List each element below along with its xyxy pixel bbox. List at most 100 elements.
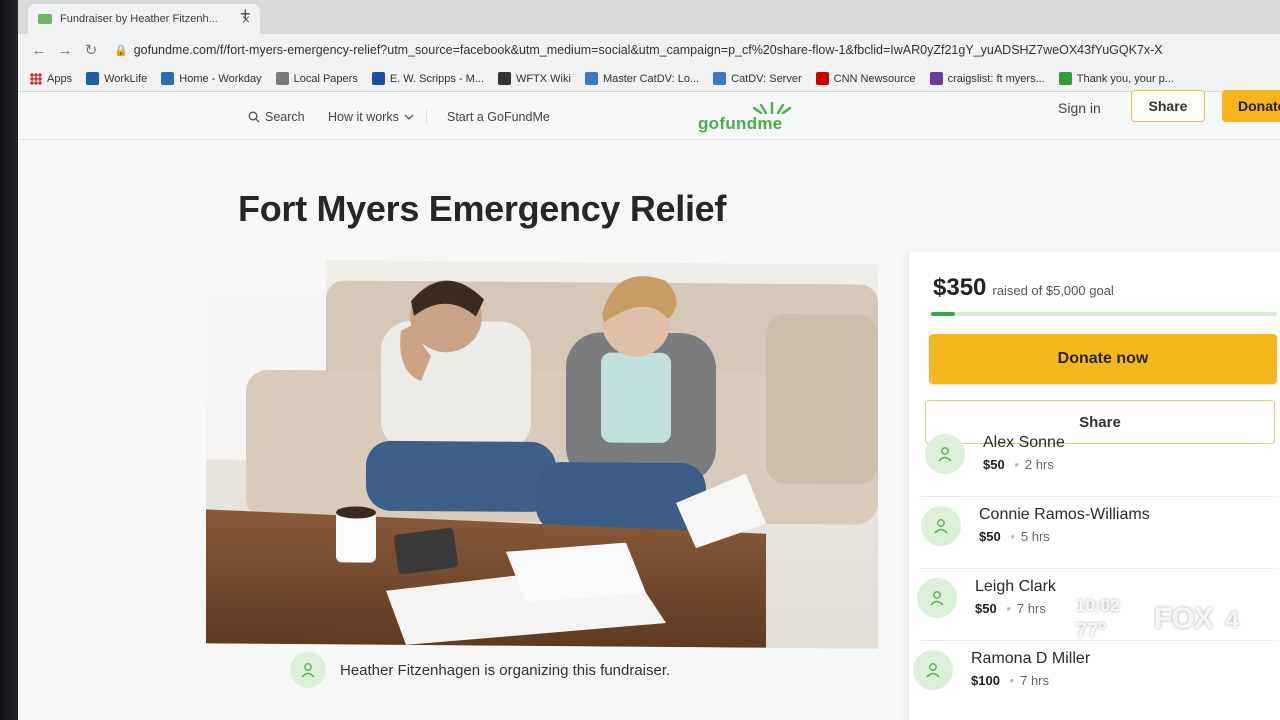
apps-grid-icon bbox=[30, 72, 42, 85]
start-gofundme-link[interactable]: Start a GoFundMe bbox=[426, 110, 550, 124]
bookmark-label: E. W. Scripps - M... bbox=[389, 72, 484, 85]
bookmark-item[interactable]: CatDV: Server bbox=[713, 72, 802, 85]
donor-amount: $50 bbox=[975, 601, 997, 616]
back-arrow-icon[interactable]: ← bbox=[26, 42, 52, 59]
site-header: Search How it works Start a GoFundMe gof… bbox=[18, 90, 1280, 140]
campaign-photo bbox=[206, 259, 878, 649]
bookmark-item[interactable]: Local Papers bbox=[275, 72, 358, 85]
forward-arrow-icon[interactable]: → bbox=[52, 42, 78, 59]
logo-text: gofundme bbox=[698, 114, 783, 133]
organizer-row: Heather Fitzenhagen is organizing this f… bbox=[290, 652, 670, 688]
page-content: Search How it works Start a GoFundMe gof… bbox=[18, 90, 1280, 720]
donor-avatar-icon bbox=[921, 506, 961, 546]
bookmark-item[interactable]: E. W. Scripps - M... bbox=[371, 72, 484, 85]
bookmark-label: Master CatDV: Lo... bbox=[602, 72, 700, 85]
broadcast-clock: 10:02 77° bbox=[1076, 596, 1119, 643]
bookmark-label: craigslist: ft myers... bbox=[947, 72, 1045, 85]
bookmark-label: CNN Newsource bbox=[833, 72, 916, 85]
bookmarks-bar: Apps WorkLife Home - Workday Local Papers E.… bbox=[18, 66, 1280, 92]
cnn-icon bbox=[815, 72, 829, 85]
peace-icon bbox=[929, 72, 943, 85]
donor-name: Ramona D Miller bbox=[971, 650, 1091, 667]
meta-separator: • bbox=[1006, 601, 1011, 616]
tab-title: Fundraiser by Heather Fitzenh... bbox=[60, 13, 218, 25]
search-icon bbox=[248, 111, 260, 123]
check-icon bbox=[1058, 72, 1072, 85]
organizer-avatar-icon bbox=[290, 652, 326, 688]
donor-time: 7 hrs bbox=[1020, 673, 1050, 688]
raised-summary: $350 raised of $5,000 goal bbox=[933, 274, 1114, 302]
donor-row: Connie Ramos-Williams $50 • 5 hrs bbox=[921, 506, 1150, 546]
organizer-text: Heather Fitzenhagen is organizing this f… bbox=[340, 661, 671, 679]
donor-meta: $50 • 2 hrs bbox=[983, 457, 1065, 472]
meta-separator: • bbox=[1010, 529, 1015, 544]
bookmark-label: Thank you, your p... bbox=[1076, 72, 1174, 85]
raised-amount: $350 bbox=[933, 274, 987, 301]
bookmark-item[interactable]: craigslist: ft myers... bbox=[929, 72, 1045, 85]
donate-now-button[interactable]: Donate now bbox=[929, 334, 1277, 384]
goal-text: raised of $5,000 goal bbox=[992, 283, 1114, 298]
donor-avatar-icon bbox=[913, 650, 953, 690]
channel-number: 4 bbox=[1214, 604, 1249, 638]
start-gofundme-label: Start a GoFundMe bbox=[447, 110, 550, 124]
chevron-down-icon bbox=[404, 114, 414, 120]
bookmark-item[interactable]: Home - Workday bbox=[161, 72, 262, 85]
bookmark-label: WorkLife bbox=[104, 72, 148, 85]
how-it-works-menu[interactable]: How it works bbox=[328, 110, 414, 124]
campaign-image bbox=[206, 259, 878, 649]
bookmark-item[interactable]: Apps bbox=[30, 72, 72, 85]
donation-card: $350 raised of $5,000 goal Donate now Sh… bbox=[908, 252, 1280, 720]
search-link[interactable]: Search bbox=[248, 110, 305, 124]
donor-name: Leigh Clark bbox=[975, 578, 1056, 595]
donor-name: Connie Ramos-Williams bbox=[979, 506, 1150, 523]
meta-separator: • bbox=[1014, 457, 1019, 472]
donor-row: Leigh Clark $50 • 7 hrs bbox=[917, 578, 1056, 618]
donor-meta: $50 • 7 hrs bbox=[975, 601, 1056, 616]
fox4-logo: FOX 4 bbox=[1154, 602, 1249, 638]
donor-time: 5 hrs bbox=[1020, 529, 1050, 544]
search-label: Search bbox=[265, 110, 305, 124]
folder-icon bbox=[275, 72, 289, 85]
url-field[interactable]: 🔒 gofundme.com/f/fort-myers-emergency-re… bbox=[114, 38, 1280, 62]
scripps-icon bbox=[371, 72, 385, 85]
bookmark-item[interactable]: WFTX Wiki bbox=[497, 72, 571, 85]
address-bar: ← → ↻ 🔒 gofundme.com/f/fort-myers-emerge… bbox=[18, 34, 1280, 66]
new-tab-button[interactable]: + bbox=[240, 4, 251, 25]
donor-divider bbox=[919, 496, 1279, 497]
tab-fundraiser[interactable]: Fundraiser by Heather Fitzenh... × bbox=[28, 4, 260, 34]
workday-icon bbox=[161, 72, 175, 85]
header-share-button[interactable]: Share bbox=[1131, 90, 1205, 122]
bookmark-label: WFTX Wiki bbox=[515, 72, 571, 85]
gofundme-favicon-icon bbox=[38, 14, 52, 24]
donor-amount: $50 bbox=[983, 457, 1005, 472]
donor-row: Ramona D Miller $100 • 7 hrs bbox=[913, 650, 1090, 690]
reload-icon[interactable]: ↻ bbox=[78, 41, 104, 59]
bookmark-item[interactable]: WorkLife bbox=[86, 72, 147, 85]
donor-amount: $50 bbox=[979, 529, 1001, 544]
donor-meta: $100 • 7 hrs bbox=[971, 673, 1090, 688]
bookmark-item[interactable]: CNN Newsource bbox=[815, 72, 916, 85]
campaign-title: Fort Myers Emergency Relief bbox=[238, 188, 727, 229]
donor-time: 2 hrs bbox=[1024, 457, 1054, 472]
bookmark-label: Home - Workday bbox=[179, 72, 262, 85]
donor-divider bbox=[919, 568, 1279, 569]
donor-avatar-icon bbox=[925, 434, 965, 474]
donor-row: Alex Sonne $50 • 2 hrs bbox=[925, 434, 1065, 474]
catdv-icon bbox=[584, 72, 598, 85]
progress-bar bbox=[931, 312, 1277, 316]
donor-meta: $50 • 5 hrs bbox=[979, 529, 1150, 544]
donor-avatar-icon bbox=[917, 578, 957, 618]
broadcast-temperature: 77° bbox=[1076, 620, 1107, 642]
bookmark-item[interactable]: Master CatDV: Lo... bbox=[584, 72, 700, 85]
header-donate-button[interactable]: Donate bbox=[1222, 90, 1280, 122]
donor-time: 7 hrs bbox=[1016, 601, 1046, 616]
broadcast-time: 10:02 bbox=[1076, 596, 1120, 615]
how-it-works-label: How it works bbox=[328, 110, 399, 124]
wiki-icon bbox=[497, 72, 511, 85]
sign-in-link[interactable]: Sign in bbox=[1058, 100, 1101, 116]
tab-bar: Fundraiser by Heather Fitzenh... × + bbox=[18, 0, 1280, 34]
progress-fill bbox=[931, 312, 956, 316]
meta-separator: • bbox=[1009, 673, 1015, 688]
gofundme-logo[interactable]: gofundme bbox=[698, 100, 808, 134]
bookmark-item[interactable]: Thank you, your p... bbox=[1058, 72, 1174, 85]
